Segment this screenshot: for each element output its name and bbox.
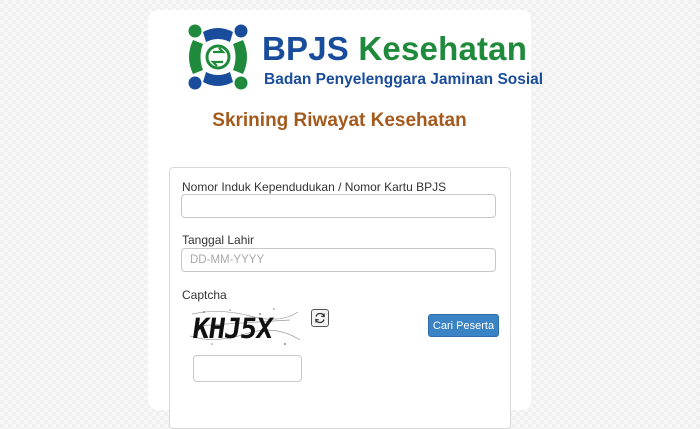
refresh-icon: [315, 312, 325, 324]
birth-date-label: Tanggal Lahir: [182, 233, 255, 247]
brand-name: BPJS Kesehatan: [262, 32, 527, 65]
captcha-image: KHJ5X: [190, 306, 300, 348]
captcha-text: KHJ5X: [191, 312, 276, 345]
birth-date-input[interactable]: [181, 248, 496, 272]
search-form-panel: Nomor Induk Kependudukan / Nomor Kartu B…: [169, 167, 511, 429]
login-card: BPJS Kesehatan Badan Penyelenggara Jamin…: [148, 10, 543, 429]
brand-tagline: Badan Penyelenggara Jaminan Sosial: [264, 71, 544, 88]
captcha-input[interactable]: [193, 355, 302, 382]
refresh-captcha-button[interactable]: [311, 309, 329, 327]
brand-name-part2: Kesehatan: [358, 30, 528, 67]
id-number-input[interactable]: [181, 194, 496, 218]
page-title: Skrining Riwayat Kesehatan: [212, 110, 467, 131]
brand-name-part1: BPJS: [262, 30, 350, 67]
id-number-label: Nomor Induk Kependudukan / Nomor Kartu B…: [182, 180, 447, 194]
bpjs-logo-icon: [188, 24, 248, 90]
search-participant-button[interactable]: Cari Peserta: [428, 314, 499, 337]
bpjs-logo: BPJS Kesehatan Badan Penyelenggara Jamin…: [183, 20, 543, 100]
captcha-label: Captcha: [182, 288, 227, 302]
